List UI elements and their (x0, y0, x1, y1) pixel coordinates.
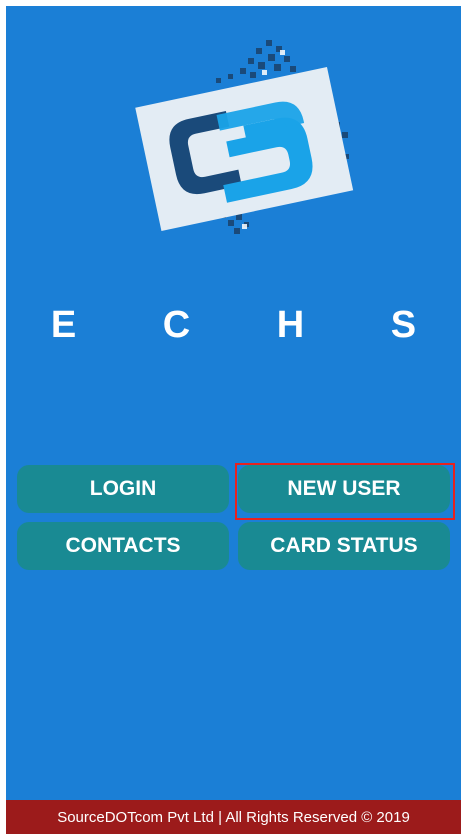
contacts-button[interactable]: CONTACTS (17, 522, 229, 570)
footer-text: SourceDOTcom Pvt Ltd | All Rights Reserv… (57, 808, 410, 826)
app-background: E C H S (6, 6, 461, 800)
footer: SourceDOTcom Pvt Ltd | All Rights Reserv… (6, 800, 461, 834)
login-button[interactable]: LOGIN (17, 465, 229, 513)
app-title: E C H S (50, 304, 455, 346)
app-screen: E C H S LOGIN NEW USER CONTACTS CARD STA… (0, 0, 467, 834)
new-user-button[interactable]: NEW USER (238, 465, 450, 513)
card-status-button[interactable]: CARD STATUS (238, 522, 450, 570)
cs-logo-icon (135, 40, 354, 234)
left-edge (0, 0, 6, 834)
